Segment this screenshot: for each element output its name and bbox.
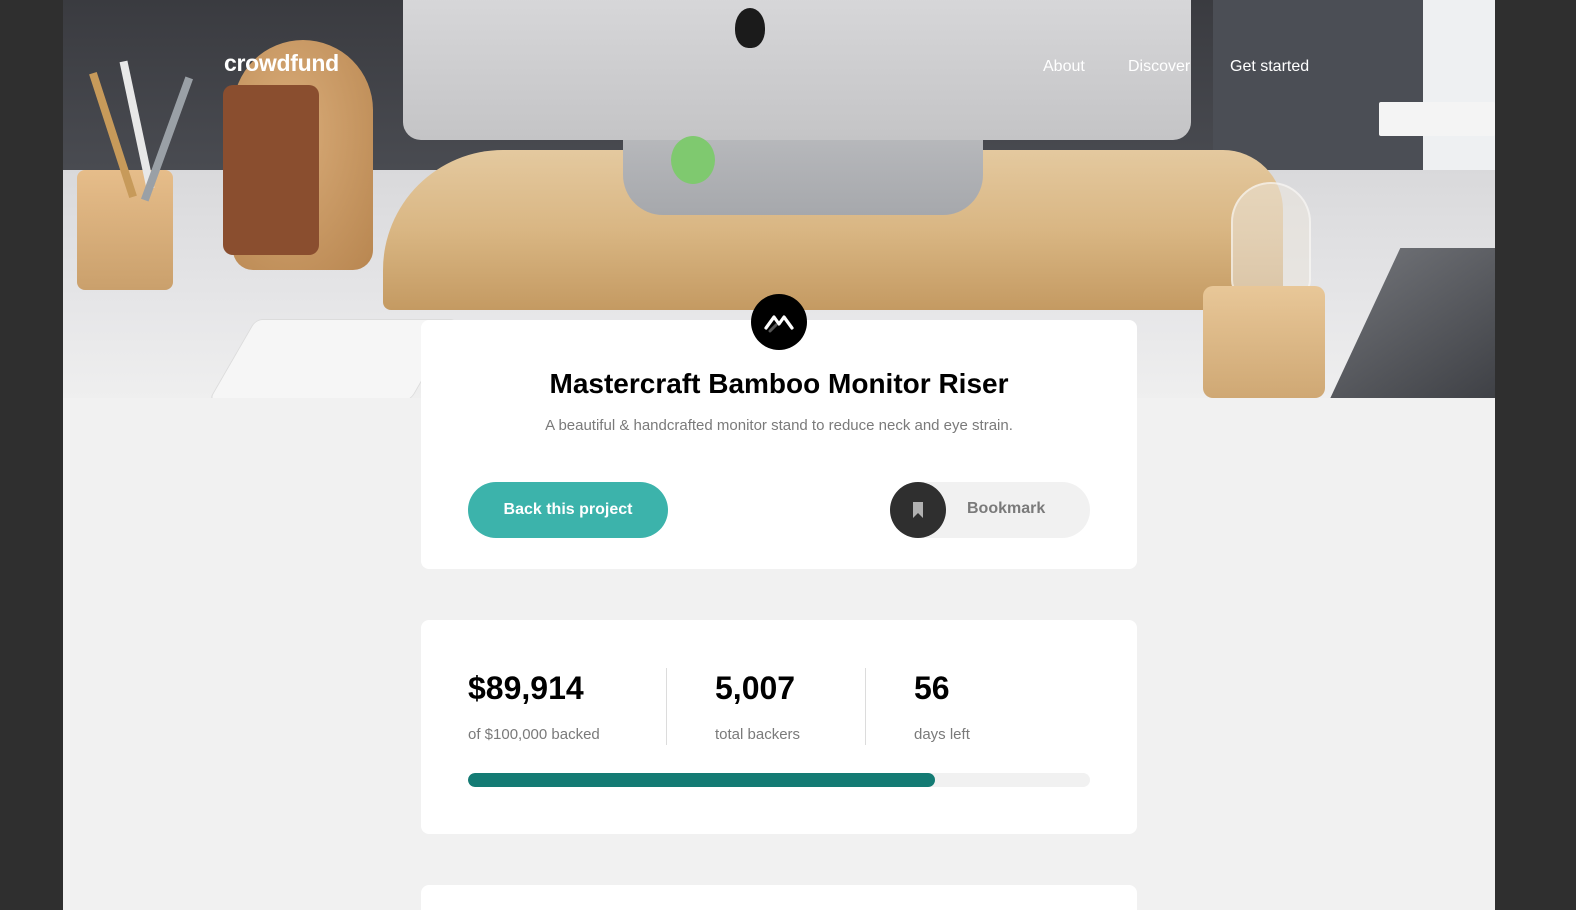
backers-count: 5,007 bbox=[715, 670, 796, 706]
stat-days: 56 days left bbox=[914, 668, 970, 743]
days-left-count: 56 bbox=[914, 670, 950, 706]
nav-get-started-link[interactable]: Get started bbox=[1230, 58, 1309, 76]
bookmark-button[interactable]: Bookmark bbox=[890, 482, 1090, 538]
backers-label: total backers bbox=[715, 726, 801, 743]
backed-amount: $89,914 bbox=[468, 670, 584, 706]
bookmark-label: Bookmark bbox=[967, 500, 1046, 517]
progress-bar bbox=[468, 773, 1090, 787]
stat-divider bbox=[666, 668, 667, 745]
stat-backers: 5,007 total backers bbox=[715, 668, 800, 743]
progress-bar-fill bbox=[468, 773, 935, 787]
stats-card: $89,914 of $100,000 backed 5,007 total b… bbox=[421, 620, 1137, 834]
back-project-button[interactable]: Back this project bbox=[468, 482, 668, 538]
project-title: Mastercraft Bamboo Monitor Riser bbox=[549, 368, 1009, 399]
stat-divider bbox=[865, 668, 866, 745]
days-left-label: days left bbox=[914, 726, 970, 743]
stat-backed: $89,914 of $100,000 backed bbox=[468, 668, 600, 743]
page: crowdfund About Discover Get started Mas… bbox=[63, 0, 1495, 910]
project-subtitle: A beautiful & handcrafted monitor stand … bbox=[545, 417, 1013, 434]
backed-label: of $100,000 backed bbox=[468, 726, 600, 743]
nav-discover-link[interactable]: Discover bbox=[1128, 58, 1190, 76]
bookmark-icon bbox=[890, 482, 946, 538]
project-logo-icon bbox=[751, 294, 807, 350]
nav-about-link[interactable]: About bbox=[1043, 58, 1085, 76]
about-card bbox=[421, 885, 1137, 910]
site-logo[interactable]: crowdfund bbox=[224, 50, 339, 77]
project-card: Mastercraft Bamboo Monitor Riser A beaut… bbox=[421, 320, 1137, 569]
